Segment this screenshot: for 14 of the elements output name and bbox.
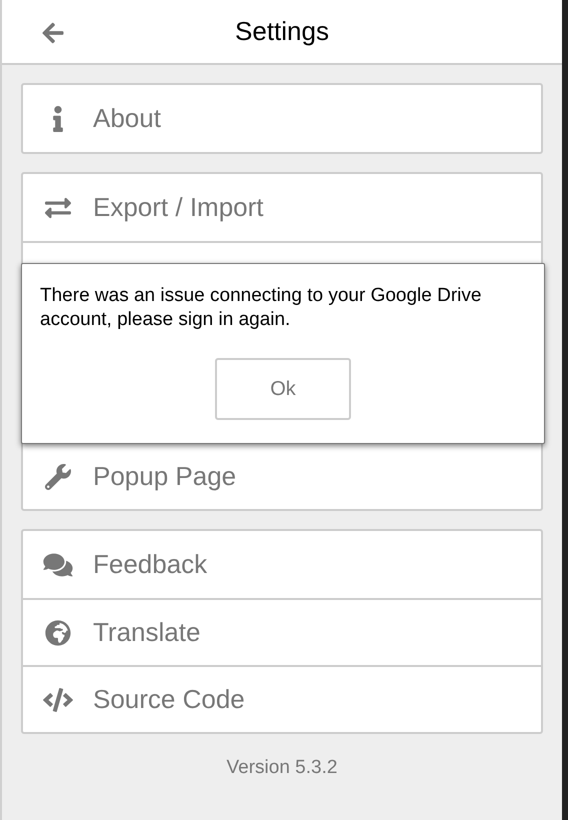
dialog-message: There was an issue connecting to your Google Drive account, please sign in again. bbox=[40, 284, 482, 332]
menu-item[interactable]: Feedback bbox=[23, 531, 541, 598]
page-title: Settings bbox=[235, 15, 329, 48]
chat-bubbles-icon bbox=[43, 552, 73, 578]
code-icon bbox=[43, 686, 73, 712]
wrench-icon bbox=[43, 464, 73, 490]
back-arrow-icon bbox=[41, 21, 65, 45]
version-text: Version 5.3.2 bbox=[226, 756, 338, 780]
menu-item[interactable]: Source Code bbox=[23, 665, 541, 732]
globe-icon bbox=[43, 620, 73, 646]
menu-item[interactable]: Translate bbox=[23, 598, 541, 665]
menu-item[interactable]: Export / Import bbox=[23, 174, 541, 241]
ok-button[interactable]: Ok bbox=[215, 358, 351, 420]
menu-item[interactable]: About bbox=[23, 85, 541, 152]
